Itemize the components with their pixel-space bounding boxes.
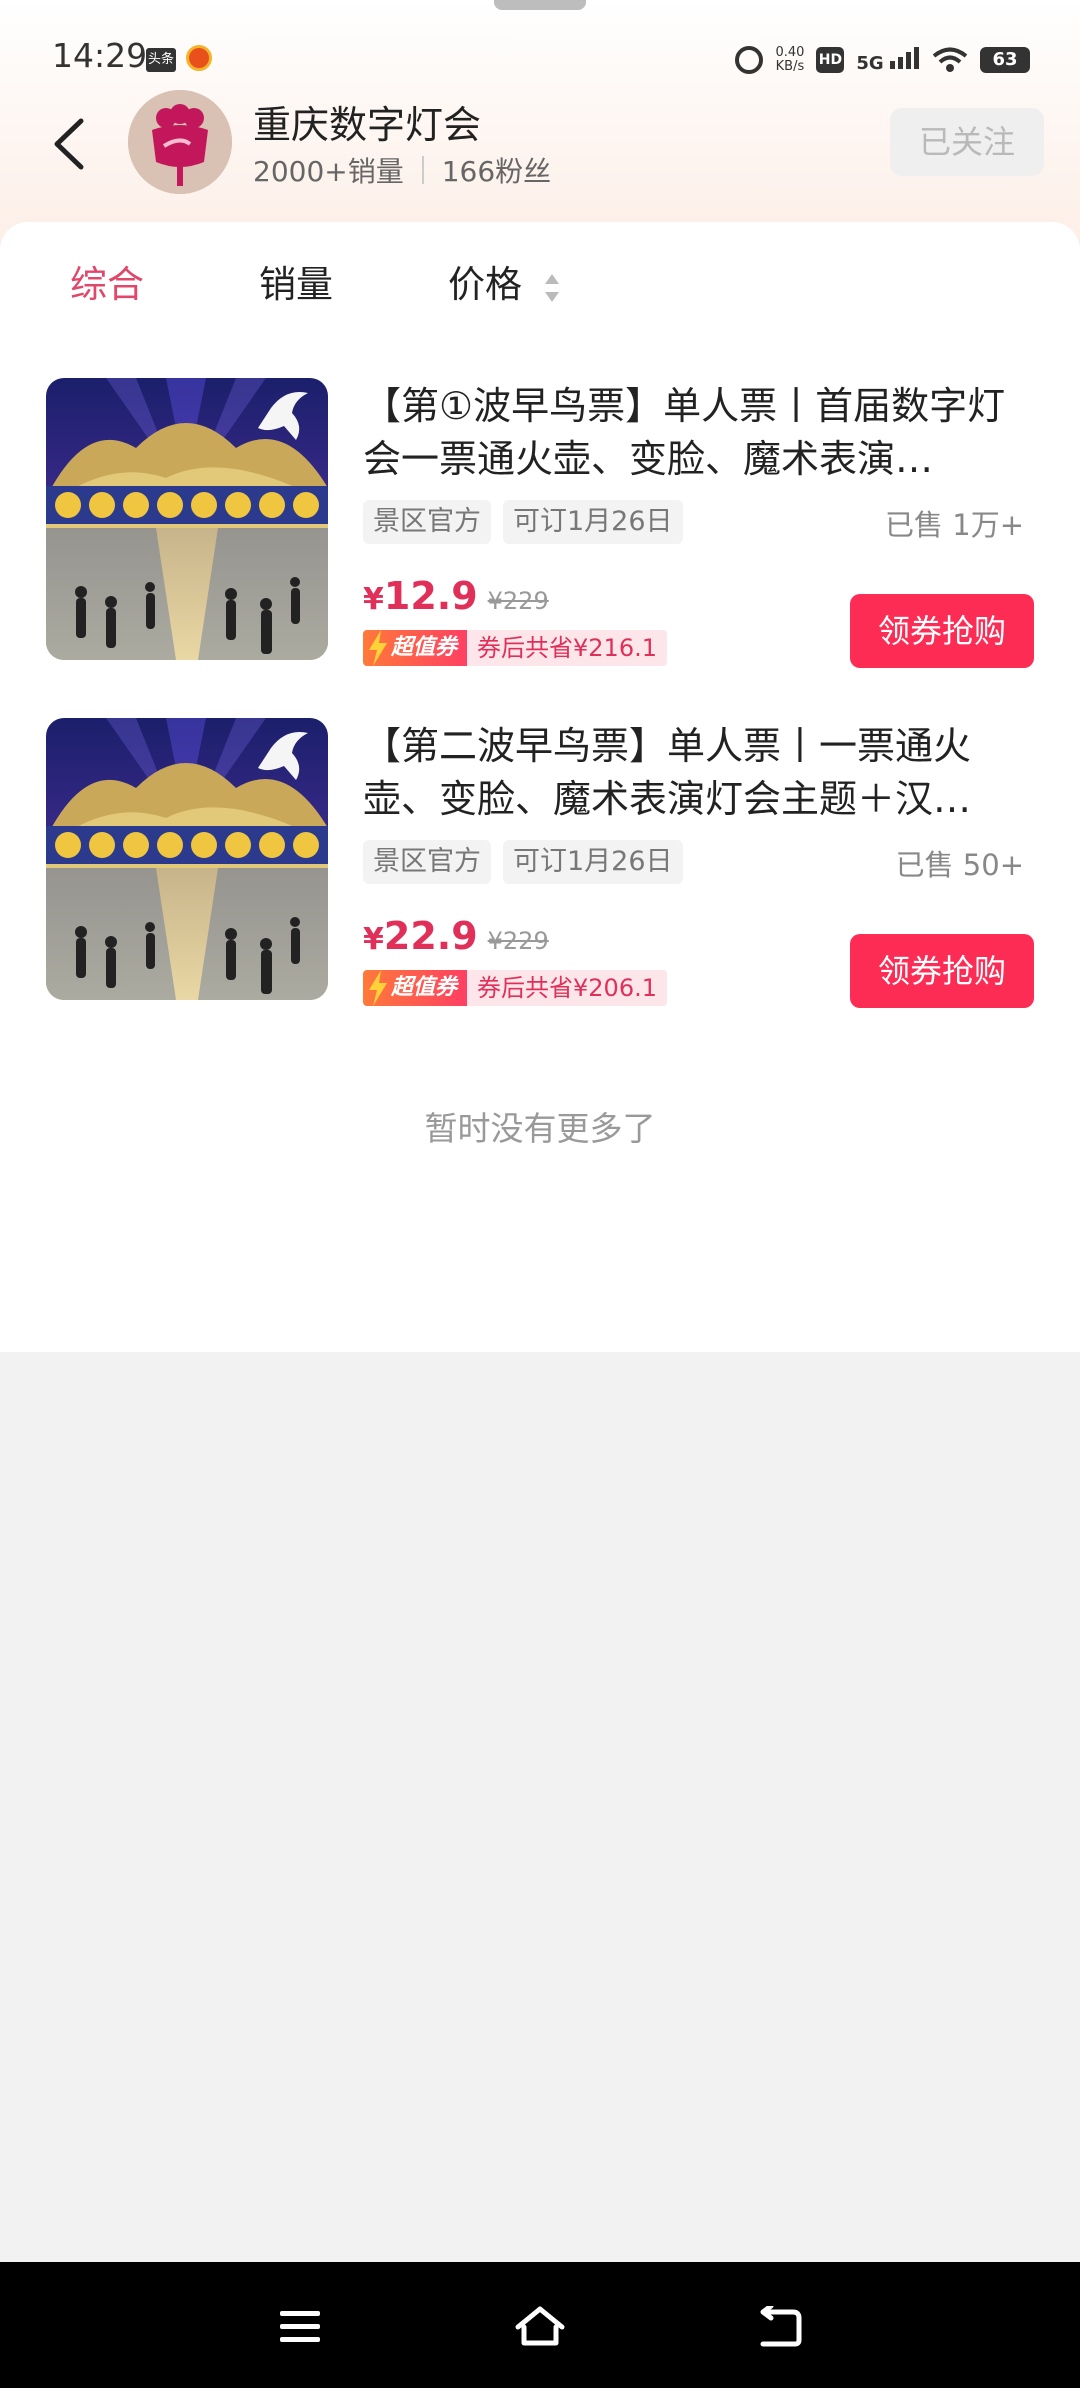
tab-comprehensive[interactable]: 综合 bbox=[70, 254, 144, 308]
tag-bookable: 可订1月26日 bbox=[503, 840, 683, 884]
coupon-info: 超值券 券后共省¥216.1 bbox=[363, 630, 667, 666]
coupon-savings: 券后共省¥206.1 bbox=[467, 970, 667, 1006]
status-bar: 14:29 头条 0.40 KB/s HD 5G 63 bbox=[0, 30, 1080, 90]
home-button[interactable] bbox=[505, 2292, 575, 2362]
follow-button[interactable]: 已关注 bbox=[890, 108, 1044, 176]
sheet-handle[interactable] bbox=[494, 0, 586, 10]
lantern-festival-image bbox=[46, 378, 328, 660]
sold-count: 已售 1万+ bbox=[885, 508, 1024, 542]
lightning-icon bbox=[369, 630, 387, 666]
alarm-icon bbox=[735, 46, 764, 74]
buy-button[interactable]: 领券抢购 bbox=[850, 934, 1034, 1008]
original-price: ¥229 bbox=[487, 927, 549, 955]
price-currency: ¥ bbox=[363, 922, 384, 957]
product-title[interactable]: 【第①波早鸟票】单人票丨首届数字灯会一票通火壶、变脸、魔术表演… bbox=[363, 380, 1023, 486]
back-nav-button[interactable] bbox=[745, 2292, 815, 2362]
product-price: ¥ 22.9 ¥229 bbox=[363, 914, 549, 958]
signal-bars-icon bbox=[890, 46, 919, 69]
coupon-badge: 超值券 bbox=[363, 970, 468, 1006]
shop-header: 重庆数字灯会 2000+销量 166粉丝 已关注 bbox=[0, 88, 1080, 212]
shop-logo-icon bbox=[128, 90, 232, 194]
shop-meta: 2000+销量 166粉丝 bbox=[253, 150, 551, 190]
coupon-savings: 券后共省¥216.1 bbox=[467, 630, 667, 666]
network-5g-icon: 5G bbox=[856, 46, 920, 74]
menu-icon bbox=[280, 2311, 320, 2342]
shop-avatar[interactable] bbox=[128, 90, 232, 194]
product-item[interactable]: 【第①波早鸟票】单人票丨首届数字灯会一票通火壶、变脸、魔术表演… 景区官方 可订… bbox=[0, 378, 1080, 668]
product-price: ¥ 12.9 ¥229 bbox=[363, 574, 549, 618]
lantern-festival-image bbox=[46, 718, 328, 1000]
coupon-badge-label: 超值券 bbox=[391, 975, 458, 1000]
tab-price[interactable]: 价格 bbox=[448, 254, 522, 308]
wifi-icon bbox=[932, 47, 968, 72]
system-nav-bar bbox=[0, 2262, 1080, 2388]
no-more-text: 暂时没有更多了 bbox=[424, 1109, 656, 1148]
back-nav-icon bbox=[760, 2306, 802, 2347]
product-tags: 景区官方 可订1月26日 bbox=[363, 840, 683, 884]
lightning-icon bbox=[369, 970, 387, 1006]
back-arrow-icon bbox=[54, 118, 84, 170]
price-value: 12.9 bbox=[383, 574, 478, 618]
news-app-icon: 头条 bbox=[146, 48, 176, 72]
tag-official: 景区官方 bbox=[363, 840, 491, 884]
sold-count: 已售 50+ bbox=[895, 848, 1024, 882]
battery-icon: 63 bbox=[980, 47, 1030, 73]
price-currency: ¥ bbox=[363, 582, 384, 617]
product-thumbnail[interactable] bbox=[46, 718, 328, 1000]
shop-sales: 2000+销量 bbox=[253, 155, 404, 188]
network-label: 5G bbox=[856, 52, 884, 74]
product-thumbnail[interactable] bbox=[46, 378, 328, 660]
price-value: 22.9 bbox=[383, 914, 478, 958]
product-list: 【第①波早鸟票】单人票丨首届数字灯会一票通火壶、变脸、魔术表演… 景区官方 可订… bbox=[0, 350, 1080, 1352]
meta-divider bbox=[421, 156, 424, 184]
home-icon bbox=[515, 2306, 565, 2346]
back-button[interactable] bbox=[38, 112, 98, 176]
net-speed: 0.40 KB/s bbox=[775, 46, 804, 74]
buy-button[interactable]: 领券抢购 bbox=[850, 594, 1034, 668]
tag-bookable: 可订1月26日 bbox=[503, 500, 683, 544]
sort-icon[interactable] bbox=[544, 272, 560, 304]
tab-sales[interactable]: 销量 bbox=[259, 254, 333, 308]
menu-button[interactable] bbox=[265, 2292, 335, 2362]
sort-tabs: 综合 销量 价格 bbox=[0, 222, 1080, 350]
product-tags: 景区官方 可订1月26日 bbox=[363, 500, 683, 544]
status-time: 14:29 bbox=[52, 36, 148, 75]
net-speed-value: 0.40 bbox=[775, 45, 805, 60]
original-price: ¥229 bbox=[487, 587, 549, 615]
app-notification-icon bbox=[186, 45, 212, 71]
shop-name: 重庆数字灯会 bbox=[253, 103, 482, 147]
coupon-badge: 超值券 bbox=[363, 630, 468, 666]
product-item[interactable]: 【第二波早鸟票】单人票丨一票通火壶、变脸、魔术表演灯会主题＋汉… 景区官方 可订… bbox=[0, 718, 1080, 1008]
tag-official: 景区官方 bbox=[363, 500, 491, 544]
shop-fans: 166粉丝 bbox=[441, 155, 552, 188]
product-title[interactable]: 【第二波早鸟票】单人票丨一票通火壶、变脸、魔术表演灯会主题＋汉… bbox=[363, 720, 1023, 826]
coupon-info: 超值券 券后共省¥206.1 bbox=[363, 970, 667, 1006]
status-indicators: 0.40 KB/s HD 5G 63 bbox=[735, 40, 1030, 80]
net-speed-unit: KB/s bbox=[775, 59, 805, 74]
hd-icon: HD bbox=[816, 47, 845, 73]
coupon-badge-label: 超值券 bbox=[391, 635, 458, 660]
